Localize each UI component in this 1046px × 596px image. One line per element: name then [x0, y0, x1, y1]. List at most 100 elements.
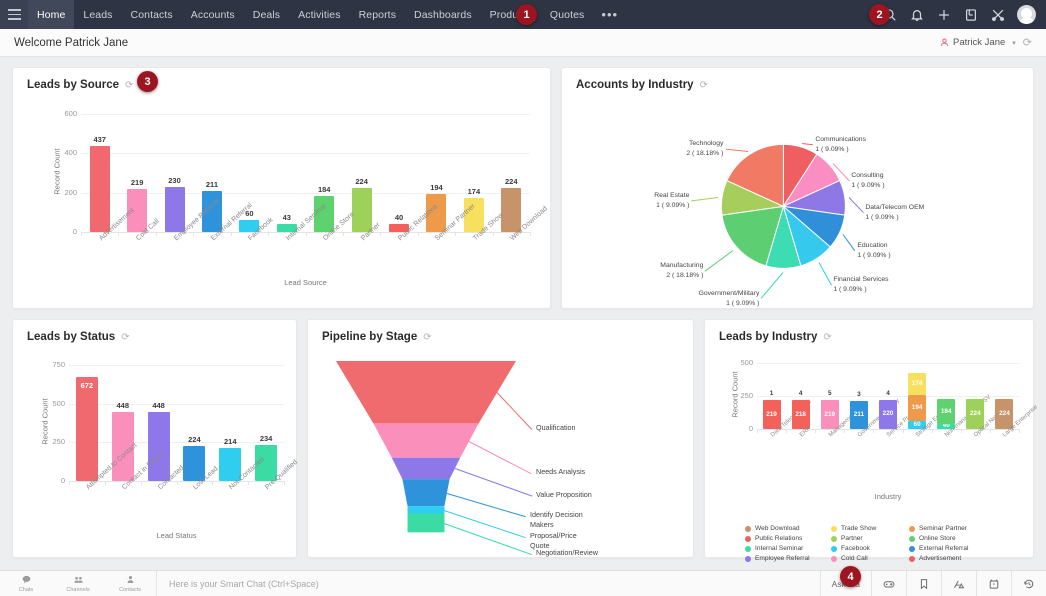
legend-item[interactable]: Partner [831, 535, 909, 542]
bar-Partner[interactable] [351, 187, 372, 232]
bar-segment-value: 224 [999, 410, 1010, 418]
bar-Contacted[interactable] [147, 411, 170, 481]
bar-segment-value: 220 [882, 410, 894, 418]
nav-tab-accounts[interactable]: Accounts [182, 0, 244, 29]
pie-label-value: 1 ( 9.09% ) [656, 202, 690, 210]
bar-Advertisement[interactable] [89, 146, 110, 232]
legend-item[interactable]: Cold Call [831, 555, 909, 562]
legend-label: External Referral [919, 545, 969, 552]
nav-tab-deals[interactable]: Deals [244, 0, 289, 29]
nav-tab-reports[interactable]: Reports [350, 0, 405, 29]
x-axis-tick [455, 232, 457, 236]
history-icon[interactable] [1011, 570, 1046, 596]
nav-tab-quotes[interactable]: Quotes [541, 0, 593, 29]
bar-Web Download[interactable] [501, 187, 522, 232]
nav-tab-home[interactable]: Home [28, 0, 75, 29]
bottom-bar-item-label: Channels [66, 586, 90, 593]
tools-icon[interactable] [990, 7, 1005, 22]
legend-item[interactable]: Public Relations [745, 535, 831, 542]
refresh-icon[interactable]: ⟳ [125, 80, 133, 91]
avatar[interactable] [1017, 5, 1036, 24]
bar-top-label: 5 [827, 390, 832, 398]
funnel-label-Needs Analysis: Needs Analysis [536, 467, 586, 476]
card-title-text: Leads by Status [27, 331, 116, 343]
nav-tab-dashboards[interactable]: Dashboards [405, 0, 481, 29]
refresh-icon[interactable]: ⟳ [700, 80, 708, 91]
x-axis-tick [1019, 429, 1020, 433]
legend-item[interactable]: Employee Referral [745, 555, 831, 562]
funnel-segment-Negotiation/Review[interactable] [407, 513, 445, 533]
nav-tab-activities[interactable]: Activities [289, 0, 349, 29]
notes-icon[interactable] [963, 7, 978, 22]
funnel-label-Value Proposition: Value Proposition [536, 490, 592, 499]
refresh-icon[interactable]: ⟳ [1023, 36, 1032, 49]
chevron-down-icon[interactable]: ▾ [1012, 39, 1016, 47]
pie-label-name: Consulting [851, 172, 884, 180]
user-selector[interactable]: Patrick Jane [940, 37, 1005, 48]
funnel-segment-Qualification[interactable] [336, 361, 516, 424]
legend-item[interactable]: Advertisement [909, 555, 1003, 562]
legend-item[interactable]: Seminar Partner [909, 525, 1003, 532]
pie-label-name: Manufacturing [660, 262, 704, 270]
bar-value-label: 211 [205, 179, 218, 189]
pie-label-Technology: Technology 2 ( 18.18% ) [686, 139, 723, 159]
refresh-icon[interactable]: ⟳ [823, 332, 831, 343]
bottom-bar-channels[interactable]: Channels [52, 575, 104, 593]
x-axis-tick [248, 481, 250, 485]
y-axis-tick: 750 [52, 360, 65, 369]
legend-item[interactable]: Internal Seminar [745, 545, 831, 552]
funnel-segment-Identify Decision Makers[interactable] [402, 479, 450, 507]
x-axis-tick [118, 232, 120, 236]
legend-item[interactable]: Facebook [831, 545, 909, 552]
smart-chat-input[interactable]: Here is your Smart Chat (Ctrl+Space) [156, 570, 820, 596]
pie-label-Financial Services: Financial Services 1 ( 9.09% ) [833, 275, 888, 295]
chart-leads-by-source[interactable]: 0 200 400 600 Record Count 437 219 230 211 60 43 18… [13, 96, 552, 310]
bar-Attempted to Contact[interactable] [75, 377, 98, 481]
legend-item[interactable]: Online Store [909, 535, 1003, 542]
funnel-segment-Needs Analysis[interactable] [373, 423, 479, 458]
bottom-bar-chats[interactable]: Chats [0, 575, 52, 593]
card-title-leads-by-status: Leads by Status ⟳ [13, 320, 296, 343]
legend-label: Facebook [841, 545, 870, 552]
x-axis-tick [81, 232, 82, 236]
analytics-icon[interactable] [941, 570, 976, 596]
nav-tab-contacts[interactable]: Contacts [122, 0, 182, 29]
refresh-icon[interactable]: ⟳ [423, 332, 431, 343]
chart-leads-by-status[interactable]: 0 250 500 750 Record Count 672 448 448 224 214 234… [13, 347, 300, 559]
funnel-segment-Proposal/Price Quote[interactable] [407, 506, 445, 514]
pie-label-value: 2 ( 18.18% ) [686, 150, 724, 158]
y-axis-tick: 600 [64, 109, 77, 118]
nav-more-icon[interactable]: ••• [593, 0, 626, 29]
pie-label-Education: Education 1 ( 9.09% ) [857, 241, 890, 261]
hamburger-icon[interactable] [0, 0, 28, 29]
x-axis-tick [268, 232, 270, 236]
bottom-bar-contacts[interactable]: Contacts [104, 575, 156, 593]
legend-color-dot [831, 525, 837, 532]
funnel-chart-svg [336, 361, 516, 533]
chart-pipeline-funnel[interactable]: Qualification Needs Analysis Value Proposi… [308, 347, 695, 559]
x-axis-tick [284, 481, 285, 485]
bookmark-icon[interactable] [906, 570, 941, 596]
bell-icon[interactable] [909, 7, 924, 22]
chart-leads-by-industry[interactable]: 0 250 500 Record Count 219 1 Data/Telecom OEM 2… [705, 347, 1040, 562]
card-leads-by-industry: Leads by Industry ⟳ 0 250 500 Record Count 2… [704, 319, 1040, 562]
funnel-segment-Value Proposition[interactable] [391, 457, 461, 480]
nav-tab-leads[interactable]: Leads [74, 0, 121, 29]
legend-color-dot [745, 555, 751, 562]
legend-color-dot [745, 545, 751, 552]
legend-item[interactable]: External Referral [909, 545, 1003, 552]
bar-top-label: 4 [798, 390, 803, 398]
plus-icon[interactable] [936, 7, 951, 22]
bar-Employee Referral[interactable] [164, 186, 185, 232]
legend-item[interactable]: Web Download [745, 525, 831, 532]
refresh-icon[interactable]: ⟳ [121, 332, 129, 343]
pie-label-Manufacturing: Manufacturing 2 ( 18.18% ) [660, 261, 703, 281]
legend-color-dot [909, 535, 915, 542]
channels-icon [73, 575, 84, 586]
bottom-bar-item-label: Chats [18, 586, 34, 593]
game-controller-icon[interactable] [871, 570, 906, 596]
chart-accounts-by-industry[interactable]: Communications 1 ( 9.09% ) Consulting 1 … [562, 94, 1033, 310]
pie-label-Government/Military: Government/Military 1 ( 9.09% ) [699, 289, 760, 309]
legend-item[interactable]: Trade Show [831, 525, 909, 532]
timer-icon[interactable] [976, 570, 1011, 596]
